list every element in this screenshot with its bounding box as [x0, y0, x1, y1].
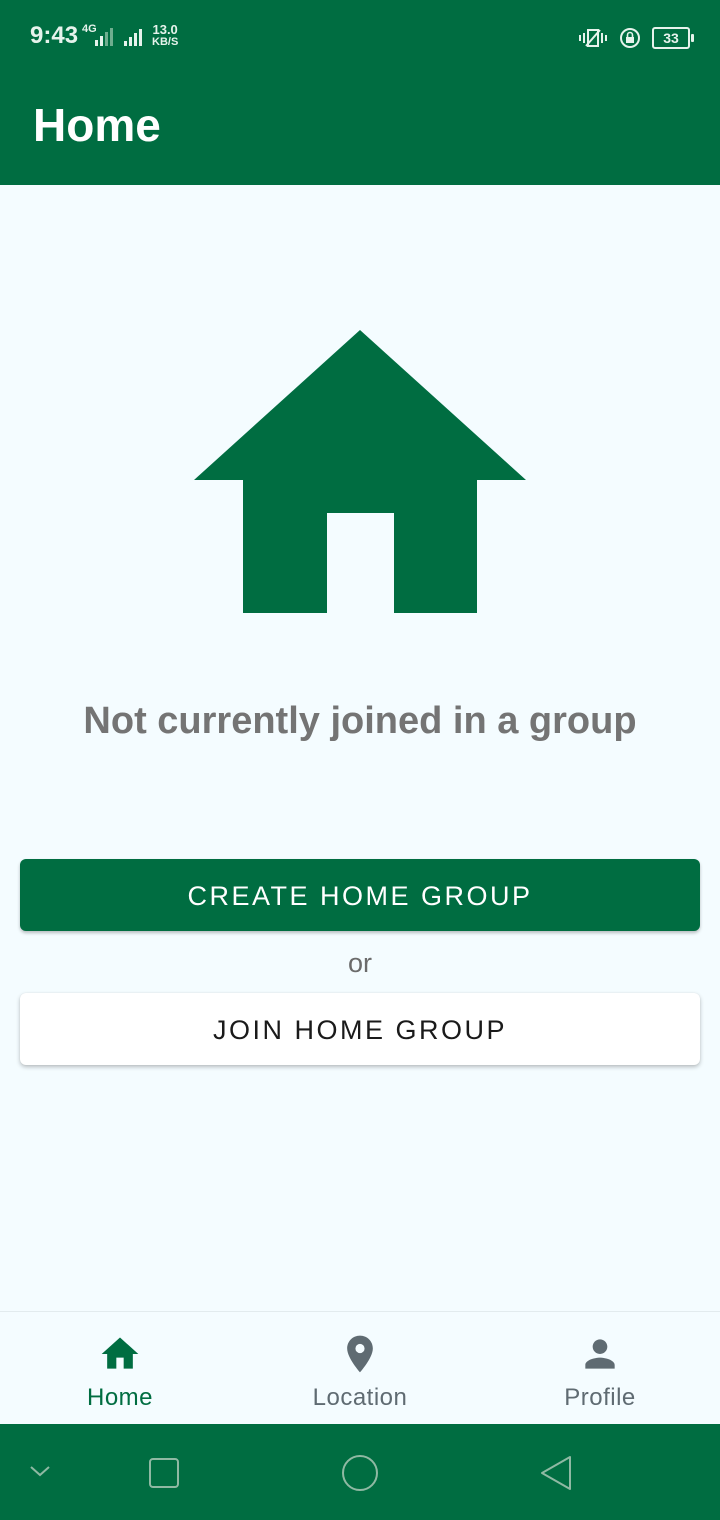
speed-unit: KB/S: [152, 36, 179, 48]
back-icon[interactable]: [538, 1454, 574, 1492]
speed-value: 13.0: [152, 22, 178, 37]
signal-sim1-icon: [95, 28, 113, 46]
signal-sim2-icon: [124, 28, 142, 46]
or-separator: or: [347, 948, 372, 978]
home-icon: [194, 330, 526, 613]
chevron-down-icon[interactable]: [28, 1462, 52, 1480]
nav-item-location[interactable]: Location: [240, 1312, 480, 1425]
location-pin-icon: [347, 1335, 373, 1373]
recent-apps-icon[interactable]: [148, 1457, 180, 1489]
home-circle-icon[interactable]: [340, 1453, 380, 1493]
status-bar: 9:43 4G 13.0 KB/S 33: [0, 0, 720, 78]
nav-item-home[interactable]: Home: [0, 1312, 240, 1425]
battery-indicator: 33: [652, 27, 694, 49]
page-title: Home: [33, 99, 161, 151]
empty-state-message: Not currently joined in a group: [83, 700, 637, 742]
person-icon: [585, 1339, 615, 1369]
status-time: 9:43: [30, 22, 79, 49]
nav-label-profile: Profile: [564, 1384, 636, 1411]
join-home-group-button[interactable]: JOIN HOME GROUP: [20, 993, 700, 1065]
system-navigation-bar: [0, 1424, 720, 1520]
vibrate-icon: [579, 29, 607, 47]
nav-label-home: Home: [86, 1384, 154, 1411]
nav-item-profile[interactable]: Profile: [480, 1312, 720, 1425]
create-home-group-button[interactable]: CREATE HOME GROUP: [20, 859, 700, 931]
nav-label-location: Location: [312, 1384, 408, 1411]
app-bar: Home: [0, 78, 720, 185]
rotation-lock-icon: [620, 28, 640, 48]
bottom-navigation: Home Location Profile: [0, 1311, 720, 1425]
home-icon: [101, 1337, 139, 1369]
network-speed: 13.0 KB/S: [152, 22, 179, 48]
